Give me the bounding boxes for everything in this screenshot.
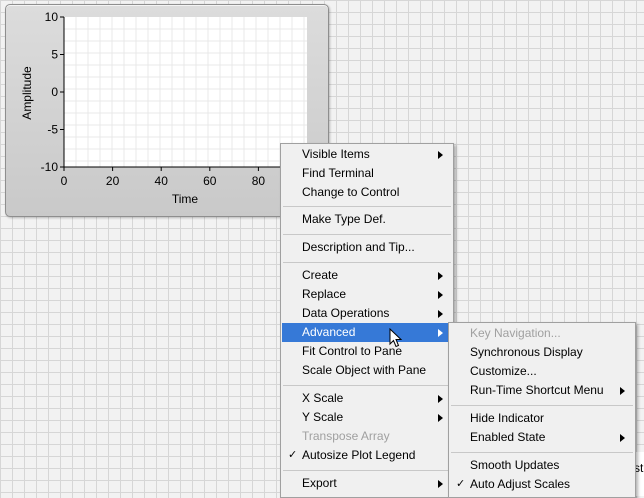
context-menu: Visible Items Find Terminal Change to Cont… — [280, 143, 454, 498]
menu-item-label: Fit Control to Pane — [302, 344, 403, 358]
menu-item-label: Scale Object with Pane — [302, 363, 427, 377]
menu-item-label: Transpose Array — [302, 429, 390, 443]
checkmark-icon: ✓ — [456, 478, 466, 490]
menu-item-label: Smooth Updates — [470, 458, 560, 472]
menu-item-fit-control-to-pane[interactable]: Fit Control to Pane — [282, 342, 452, 361]
submenu-arrow-icon — [438, 291, 443, 299]
menu-separator — [283, 470, 451, 471]
x-tick-label: 0 — [61, 174, 68, 188]
submenu-item-smooth-updates[interactable]: Smooth Updates — [450, 456, 634, 475]
y-tick-label: 10 — [45, 10, 59, 24]
submenu-arrow-icon — [438, 395, 443, 403]
menu-item-x-scale[interactable]: X Scale — [282, 389, 452, 408]
menu-separator — [283, 385, 451, 386]
submenu-item-synchronous-display[interactable]: Synchronous Display — [450, 343, 634, 362]
y-axis-label: Amplitude — [20, 66, 34, 120]
x-axis-label: Time — [172, 192, 199, 206]
menu-item-label: Create — [302, 268, 339, 282]
menu-item-advanced[interactable]: Advanced — [282, 323, 452, 342]
y-tick-label: -10 — [41, 160, 59, 174]
menu-item-visible-items[interactable]: Visible Items — [282, 145, 452, 164]
menu-item-find-terminal[interactable]: Find Terminal — [282, 164, 452, 183]
y-tick-label: 0 — [51, 85, 58, 99]
submenu-item-enabled-state[interactable]: Enabled State — [450, 428, 634, 447]
y-tick-label: 5 — [51, 48, 58, 62]
menu-item-make-type-def[interactable]: Make Type Def. — [282, 210, 452, 229]
menu-item-label: Change to Control — [302, 185, 400, 199]
menu-item-label: Customize... — [470, 364, 537, 378]
menu-item-label: Enabled State — [470, 430, 546, 444]
submenu-arrow-icon — [620, 434, 625, 442]
menu-item-label: Replace — [302, 287, 347, 301]
x-tick-label: 80 — [252, 174, 266, 188]
menu-item-label: Synchronous Display — [470, 345, 583, 359]
submenu-item-auto-adjust-scales[interactable]: ✓ Auto Adjust Scales — [450, 475, 634, 494]
menu-separator — [451, 452, 633, 453]
menu-item-label: Description and Tip... — [302, 240, 415, 254]
mouse-cursor-icon — [389, 328, 403, 348]
menu-item-label: Key Navigation... — [470, 326, 561, 340]
x-tick-label: 40 — [155, 174, 169, 188]
submenu-arrow-icon — [438, 480, 443, 488]
menu-item-label: Autosize Plot Legend — [302, 448, 416, 462]
submenu-arrow-icon — [438, 272, 443, 280]
menu-item-create[interactable]: Create — [282, 266, 452, 285]
x-tick-label: 20 — [106, 174, 120, 188]
x-tick-label: 60 — [203, 174, 217, 188]
submenu-item-customize[interactable]: Customize... — [450, 362, 634, 381]
menu-item-data-operations[interactable]: Data Operations — [282, 304, 452, 323]
menu-item-label: Y Scale — [302, 410, 344, 424]
menu-separator — [283, 234, 451, 235]
submenu-arrow-icon — [620, 387, 625, 395]
menu-separator — [283, 262, 451, 263]
menu-item-y-scale[interactable]: Y Scale — [282, 408, 452, 427]
menu-item-label: Export — [302, 476, 337, 490]
menu-item-label: Find Terminal — [302, 166, 374, 180]
menu-item-export[interactable]: Export — [282, 474, 452, 493]
submenu-item-run-time-shortcut-menu[interactable]: Run-Time Shortcut Menu — [450, 381, 634, 400]
menu-item-label: Run-Time Shortcut Menu — [470, 383, 604, 397]
menu-item-label: Hide Indicator — [470, 411, 545, 425]
menu-separator — [283, 206, 451, 207]
submenu-arrow-icon — [438, 329, 443, 337]
menu-item-label: Advanced — [302, 325, 356, 339]
menu-item-label: Data Operations — [302, 306, 390, 320]
menu-item-label: Visible Items — [302, 147, 370, 161]
menu-item-transpose-array: Transpose Array — [282, 427, 452, 446]
menu-item-change-to-control[interactable]: Change to Control — [282, 183, 452, 202]
menu-item-label: X Scale — [302, 391, 344, 405]
menu-item-label: Auto Adjust Scales — [470, 477, 571, 491]
menu-item-autosize-plot-legend[interactable]: ✓ Autosize Plot Legend — [282, 446, 452, 465]
submenu-arrow-icon — [438, 151, 443, 159]
advanced-submenu: Key Navigation... Synchronous Display Cust… — [448, 322, 636, 498]
menu-item-label: Make Type Def. — [302, 212, 386, 226]
menu-separator — [451, 405, 633, 406]
submenu-item-hide-indicator[interactable]: Hide Indicator — [450, 409, 634, 428]
menu-item-scale-object-with-pane[interactable]: Scale Object with Pane — [282, 361, 452, 380]
submenu-arrow-icon — [438, 414, 443, 422]
checkmark-icon: ✓ — [288, 449, 298, 461]
submenu-item-key-navigation: Key Navigation... — [450, 324, 634, 343]
submenu-arrow-icon — [438, 310, 443, 318]
menu-item-replace[interactable]: Replace — [282, 285, 452, 304]
y-tick-label: -5 — [47, 123, 58, 137]
menu-item-description-and-tip[interactable]: Description and Tip... — [282, 238, 452, 257]
